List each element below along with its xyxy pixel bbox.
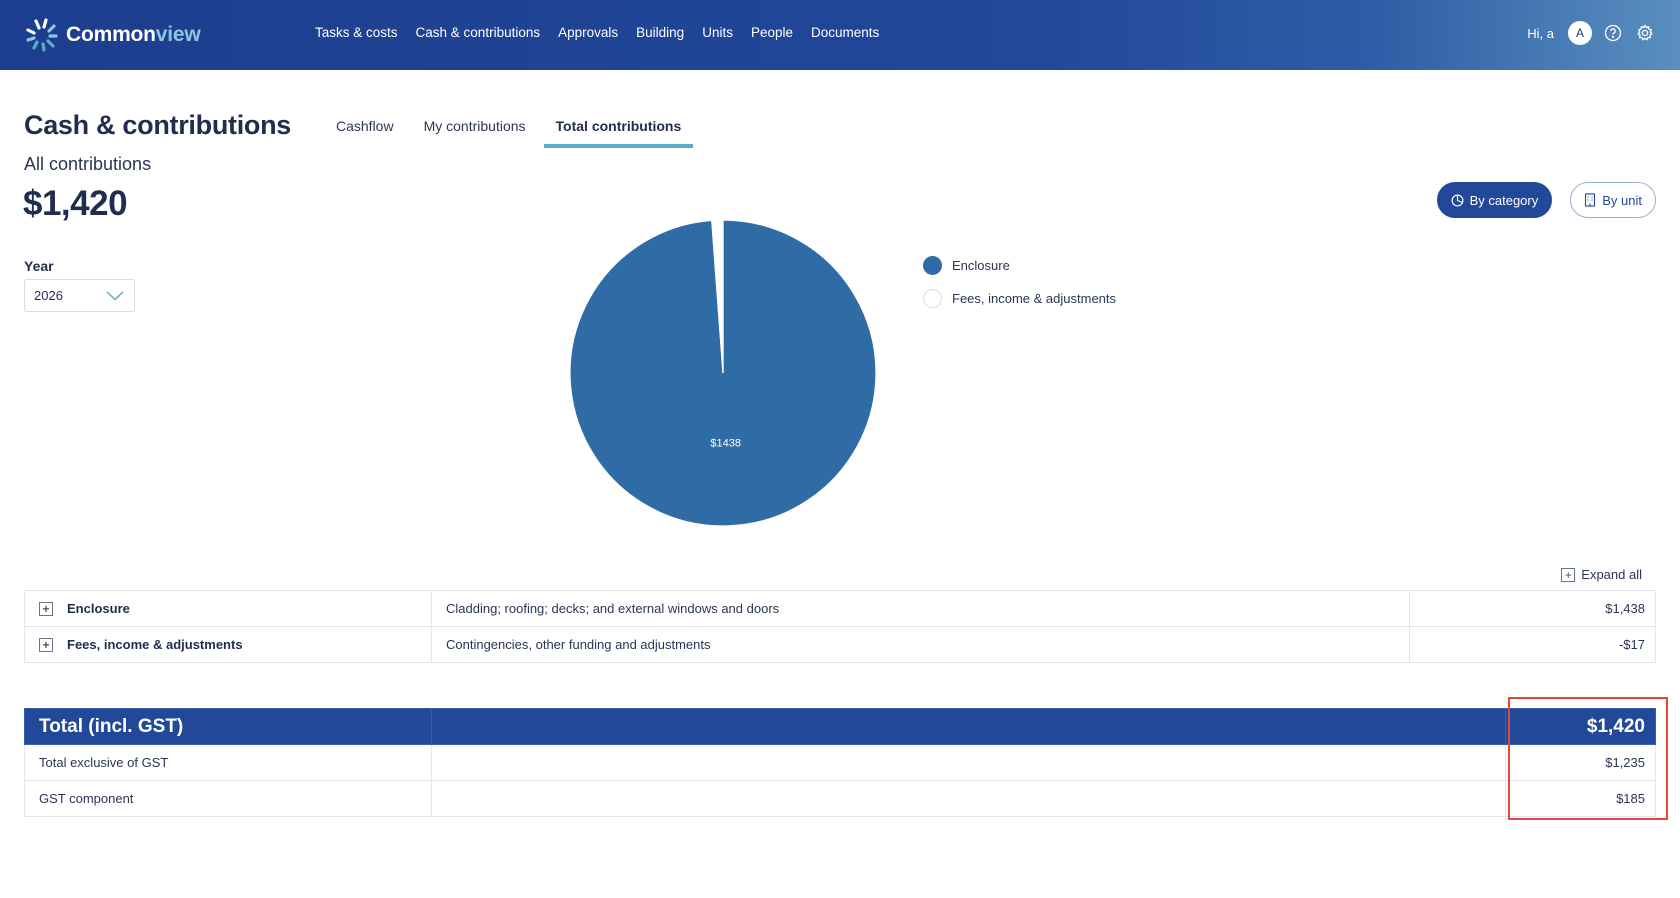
legend-item-fees[interactable]: Fees, income & adjustments bbox=[923, 288, 1116, 308]
brand-name: Commonview bbox=[66, 23, 201, 47]
expand-all-label: Expand all bbox=[1581, 567, 1642, 582]
category-description: Cladding; roofing; decks; and external w… bbox=[431, 590, 1410, 627]
table-row: GST component $185 bbox=[24, 780, 1656, 817]
by-unit-button[interactable]: By unit bbox=[1570, 182, 1656, 218]
legend-item-enclosure[interactable]: Enclosure bbox=[923, 255, 1116, 275]
contributions-pie-chart: $1438 bbox=[569, 219, 877, 527]
category-amount: $1,438 bbox=[1409, 590, 1656, 627]
page-title: Cash & contributions bbox=[24, 110, 292, 140]
category-amount: -$17 bbox=[1409, 626, 1656, 663]
tab-my-contributions[interactable]: My contributions bbox=[412, 107, 538, 148]
totals-header-row: Total (incl. GST) $1,420 bbox=[24, 708, 1656, 745]
help-icon[interactable] bbox=[1602, 22, 1624, 44]
brand-name-part2: view bbox=[155, 23, 201, 46]
app-logo[interactable]: Commonview bbox=[24, 16, 201, 54]
category-cell: + Enclosure bbox=[24, 590, 432, 627]
expand-all-button[interactable]: + Expand all bbox=[1561, 567, 1642, 582]
gst-component-label: GST component bbox=[24, 780, 432, 817]
avatar[interactable]: A bbox=[1568, 21, 1592, 45]
top-navigation-bar: Commonview Tasks & costs Cash & contribu… bbox=[0, 0, 1680, 70]
view-toggle: By category By unit bbox=[1436, 182, 1656, 218]
main-nav: Tasks & costs Cash & contributions Appro… bbox=[315, 25, 879, 40]
gear-icon[interactable] bbox=[1634, 22, 1656, 44]
chart-legend: Enclosure Fees, income & adjustments bbox=[923, 255, 1116, 321]
building-icon bbox=[1585, 193, 1596, 207]
category-description: Contingencies, other funding and adjustm… bbox=[431, 626, 1410, 663]
table-row[interactable]: + Enclosure Cladding; roofing; decks; an… bbox=[24, 590, 1656, 627]
pie-slice-label-0: $1438 bbox=[710, 437, 741, 449]
by-unit-label: By unit bbox=[1602, 192, 1642, 208]
legend-label-enclosure: Enclosure bbox=[952, 257, 1010, 273]
brand-name-part1: Common bbox=[66, 23, 156, 46]
expand-row-icon[interactable]: + bbox=[39, 637, 53, 652]
tab-cashflow[interactable]: Cashflow bbox=[324, 107, 406, 148]
legend-swatch-enclosure bbox=[923, 255, 942, 275]
total-contributions-amount: $1,420 bbox=[23, 184, 128, 223]
totals-header-spacer bbox=[431, 708, 1506, 745]
total-excl-gst-label: Total exclusive of GST bbox=[24, 744, 432, 781]
highlight-box bbox=[1508, 697, 1668, 820]
totals-spacer bbox=[431, 780, 1506, 817]
nav-item-building[interactable]: Building bbox=[636, 25, 684, 40]
chevron-down-icon bbox=[106, 290, 124, 301]
year-select-value: 2026 bbox=[34, 288, 63, 303]
user-greeting: Hi, a bbox=[1527, 25, 1554, 41]
by-category-label: By category bbox=[1469, 192, 1539, 208]
nav-item-tasks-costs[interactable]: Tasks & costs bbox=[315, 25, 398, 40]
table-row[interactable]: + Fees, income & adjustments Contingenci… bbox=[24, 626, 1656, 663]
commonview-logo-icon bbox=[26, 18, 58, 52]
year-select[interactable]: 2026 bbox=[24, 279, 135, 312]
totals-table: Total (incl. GST) $1,420 Total exclusive… bbox=[24, 708, 1656, 817]
contribution-tabs: Cashflow My contributions Total contribu… bbox=[324, 107, 699, 148]
nav-item-approvals[interactable]: Approvals bbox=[558, 25, 618, 40]
nav-item-people[interactable]: People bbox=[751, 25, 793, 40]
user-area: Hi, a A bbox=[1527, 21, 1656, 45]
expand-row-icon[interactable]: + bbox=[39, 601, 53, 616]
category-table: + Enclosure Cladding; roofing; decks; an… bbox=[24, 590, 1656, 663]
legend-swatch-fees bbox=[923, 288, 942, 308]
pie-chart-icon bbox=[1451, 194, 1464, 206]
nav-item-cash-contributions[interactable]: Cash & contributions bbox=[416, 25, 541, 40]
category-name: Fees, income & adjustments bbox=[67, 637, 243, 652]
section-subtitle: All contributions bbox=[24, 154, 152, 174]
nav-item-units[interactable]: Units bbox=[702, 25, 733, 40]
nav-item-documents[interactable]: Documents bbox=[811, 25, 879, 40]
category-name: Enclosure bbox=[67, 601, 130, 616]
plus-box-icon: + bbox=[1561, 567, 1576, 582]
tab-total-contributions[interactable]: Total contributions bbox=[543, 107, 694, 148]
category-cell: + Fees, income & adjustments bbox=[24, 626, 432, 663]
total-incl-gst-label: Total (incl. GST) bbox=[24, 708, 432, 745]
year-label: Year bbox=[24, 258, 54, 274]
by-category-button[interactable]: By category bbox=[1436, 182, 1553, 218]
totals-spacer bbox=[431, 744, 1506, 781]
legend-label-fees: Fees, income & adjustments bbox=[952, 290, 1117, 306]
table-row: Total exclusive of GST $1,235 bbox=[24, 744, 1656, 781]
